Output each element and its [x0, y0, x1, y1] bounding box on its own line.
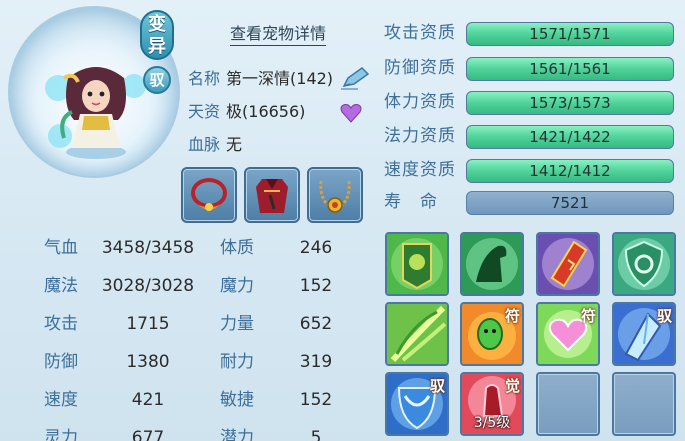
attr-label-0: 体质 [220, 238, 254, 258]
green-feather-skill-icon [387, 304, 447, 364]
edit-name-icon[interactable] [340, 66, 370, 90]
lifespan-value: 7521 [466, 191, 674, 215]
pet-bloodline-row: 血脉无 [188, 134, 242, 156]
pet-talent-label: 天资 [188, 102, 221, 121]
stat-value-3: 1380 [126, 352, 170, 372]
aptitude-bar-0: 1571/1571 [466, 22, 674, 46]
stat-label-4: 速度 [44, 390, 78, 410]
attr-label-1: 魔力 [220, 276, 254, 296]
aptitude-label-0: 攻击资质 [384, 23, 456, 43]
skill-tag: 符 [580, 307, 596, 325]
purple-heart-icon[interactable] [340, 103, 362, 123]
green-banner-skill-icon [387, 234, 447, 294]
red-scroll-skill-icon [538, 234, 598, 294]
attr-label-5: 潜力 [220, 428, 254, 441]
skill-slot-2[interactable] [536, 232, 600, 296]
aptitude-label-1: 防御资质 [384, 58, 456, 78]
lifespan-label: 寿 命 [384, 192, 438, 212]
green-horse-skill-icon [462, 234, 522, 294]
pet-bloodline-value: 无 [226, 135, 243, 154]
aptitude-label-3: 法力资质 [384, 126, 456, 146]
pet-name-value: 第一深情(142) [226, 69, 334, 88]
aptitude-value-2: 1573/1573 [529, 94, 611, 112]
green-shield-skill-icon [614, 234, 674, 294]
pet-talent-value: 极(16656) [226, 102, 306, 121]
red-robe-armor-icon [256, 179, 288, 213]
empty-skill-slot[interactable] [536, 372, 600, 436]
pet-name-row: 名称 第一深情(142) [188, 68, 333, 90]
attr-value-3: 319 [299, 352, 333, 372]
skill-slot-9[interactable]: 觉 3/5级 [460, 372, 524, 436]
aptitude-value-4: 1412/1412 [529, 162, 611, 180]
attr-value-2: 652 [299, 314, 333, 334]
stat-label-2: 攻击 [44, 314, 78, 334]
skill-tag: 觉 [504, 377, 520, 395]
skill-slot-1[interactable] [460, 232, 524, 296]
stat-value-4: 421 [131, 390, 165, 410]
attr-value-5: 5 [310, 428, 322, 441]
stat-label-0: 气血 [44, 238, 78, 258]
stat-label-3: 防御 [44, 352, 78, 372]
empty-skill-slot[interactable] [612, 372, 676, 436]
stat-value-5: 677 [131, 428, 165, 441]
stat-value-1: 3028/3028 [101, 276, 195, 296]
attr-label-4: 敏捷 [220, 390, 254, 410]
stat-label-1: 魔法 [44, 276, 78, 296]
skill-slot-3[interactable] [612, 232, 676, 296]
equipment-slot-3[interactable] [307, 167, 363, 223]
view-pet-details-link[interactable]: 查看宠物详情 [230, 20, 327, 46]
skill-level: 3/5级 [473, 415, 511, 431]
skill-slot-6[interactable]: 符 [536, 302, 600, 366]
aptitude-bar-1: 1561/1561 [466, 57, 674, 81]
attr-label-3: 耐力 [220, 352, 254, 372]
rider-badge: 驭 [143, 66, 171, 94]
skill-tag: 驭 [429, 377, 445, 395]
skill-tag: 符 [504, 307, 520, 325]
attr-label-2: 力量 [220, 314, 254, 334]
stat-label-5: 灵力 [44, 428, 78, 441]
equipment-slot-1[interactable] [181, 167, 237, 223]
red-crown-necklace-icon [191, 178, 227, 211]
gold-bead-necklace-icon [319, 180, 351, 213]
attr-value-4: 152 [299, 390, 333, 410]
skill-slot-4[interactable] [385, 302, 449, 366]
aptitude-value-1: 1561/1561 [529, 60, 611, 78]
aptitude-value-3: 1421/1422 [529, 128, 611, 146]
aptitude-bar-3: 1421/1422 [466, 125, 674, 149]
pet-info-panel: 变异 驭 查看宠物详情 名称第一深情(142) 天资极(16656) 血脉无 [0, 0, 685, 441]
aptitude-label-2: 体力资质 [384, 92, 456, 112]
equipment-slot-2[interactable] [244, 167, 300, 223]
pet-bloodline-label: 血脉 [188, 135, 221, 154]
pet-name-label: 名称 [188, 69, 221, 88]
skill-slot-8[interactable]: 驭 [385, 372, 449, 436]
pet-avatar-icon [45, 67, 146, 159]
stat-value-0: 3458/3458 [101, 238, 195, 258]
aptitude-value-0: 1571/1571 [529, 25, 611, 43]
attr-value-1: 152 [299, 276, 333, 296]
aptitude-bar-4: 1412/1412 [466, 159, 674, 183]
evolve-badge: 变异 [140, 10, 174, 60]
skill-slot-7[interactable]: 驭 [612, 302, 676, 366]
pet-talent-row: 天资 极(16656) [188, 101, 305, 123]
skill-tag: 驭 [656, 307, 672, 325]
aptitude-label-4: 速度资质 [384, 160, 456, 180]
attr-value-0: 246 [299, 238, 333, 258]
aptitude-bar-2: 1573/1573 [466, 91, 674, 115]
skill-slot-0[interactable] [385, 232, 449, 296]
skill-slot-5[interactable]: 符 [460, 302, 524, 366]
stat-value-2: 1715 [126, 314, 170, 334]
